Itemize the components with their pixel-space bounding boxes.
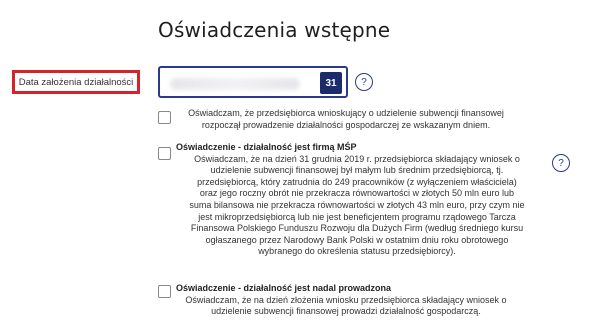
statement-msp: Oświadczenie - działalność jest firmą MŚ… [176,142,538,258]
statement-title: Oświadczenie - działalność jest nadal pr… [176,283,392,293]
help-icon-glyph: ? [361,76,367,88]
checkbox-msp-statement[interactable] [158,147,171,160]
statement-line: Oświadczam, że na dzień złożenia wniosku… [185,294,507,305]
help-icon-glyph: ? [558,157,564,169]
statement-business-active: Oświadczenie - działalność jest nadal pr… [176,283,516,318]
statement-line: wybranego do określenia statusu przedsię… [258,246,456,257]
checkbox-business-active-statement[interactable] [158,285,171,298]
date-field-label-text: Data założenia działalności [18,76,134,88]
date-field-label: Data założenia działalności [12,70,140,94]
statement-line: Oświadczam, że na dzień 31 grudnia 2019 … [194,153,520,164]
calendar-button[interactable]: 31 [320,72,342,94]
page-title: Oświadczenia wstępne [158,18,391,42]
date-value-redacted [170,78,300,90]
statement-line: Oświadczam, że przedsiębiorca wnioskując… [188,108,504,118]
statement-line: suma bilansowa nie przekracza równowarto… [189,199,525,210]
statement-line: ogłaszanego przez Narodowy Bank Polski w… [205,234,509,245]
help-icon[interactable]: ? [355,73,373,91]
date-input[interactable]: 31 [158,66,348,98]
statement-start-date: Oświadczam, że przedsiębiorca wnioskując… [176,108,516,131]
statement-line: Finansowa Polskiego Funduszu Rozwoju dla… [190,223,524,234]
calendar-icon: 31 [325,77,337,89]
checkbox-start-date-statement[interactable] [158,111,171,124]
statement-title: Oświadczenie - działalność jest firmą MŚ… [176,142,357,152]
statement-line: jest mikroprzedsiębiorcą lub nie jest be… [198,211,516,222]
statement-line: przedsiębiorcą, który zatrudnia do 249 p… [197,176,517,187]
statement-line: oraz jego roczny obrót nie przekracza ró… [199,188,515,199]
help-icon[interactable]: ? [552,154,570,172]
statement-line: udzielenie subwencji finansowej prowadzi… [211,306,481,317]
statement-line: rozpoczął prowadzenie działalności gospo… [201,119,491,130]
statement-line: udzielenie subwencji finansowej był mały… [210,165,504,176]
